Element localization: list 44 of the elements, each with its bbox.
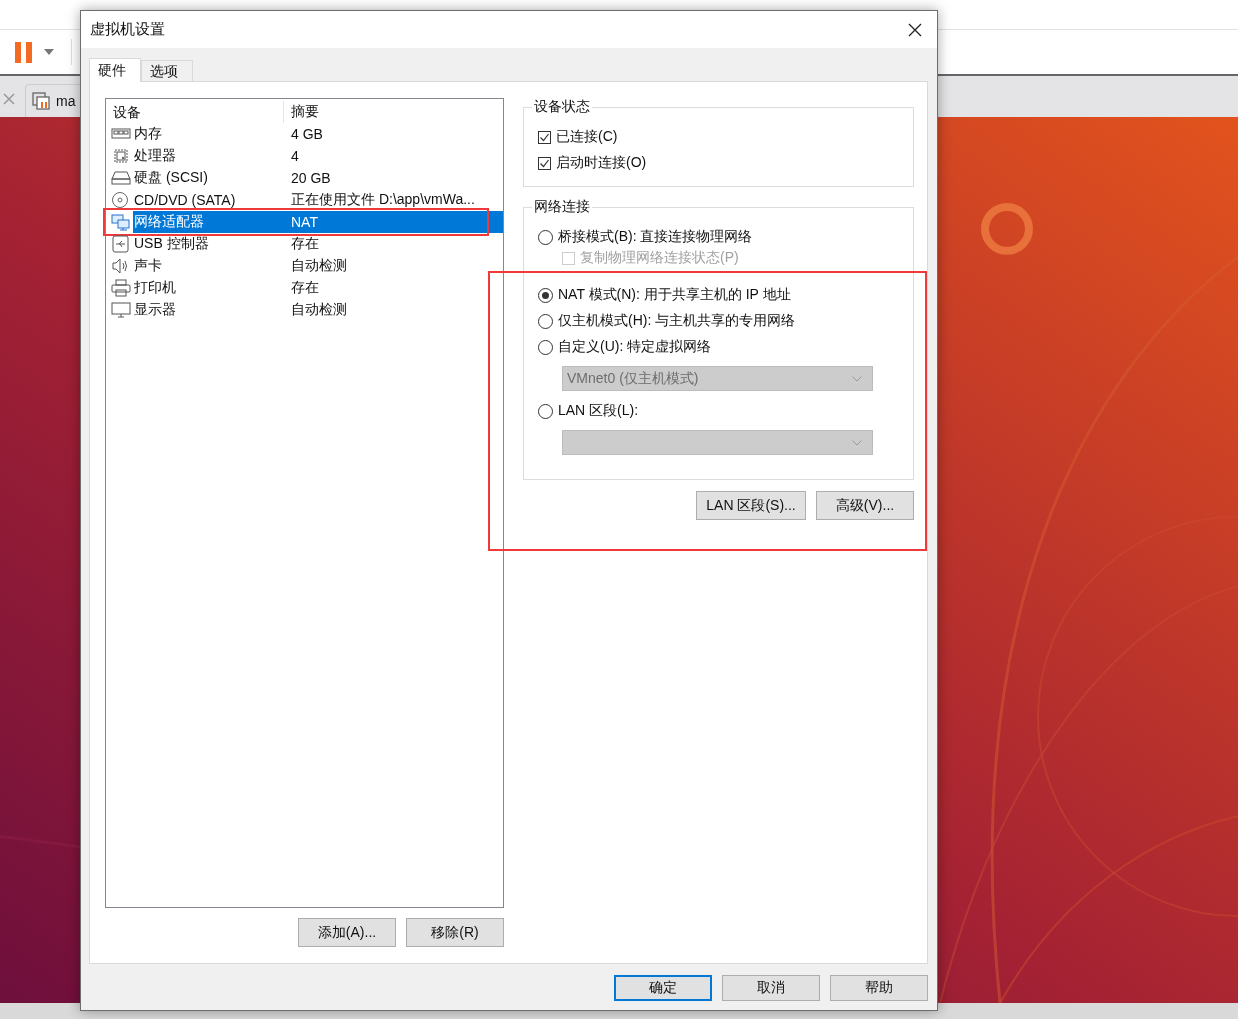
usb-icon	[111, 235, 131, 253]
network-icon	[111, 213, 131, 231]
pause-icon[interactable]	[15, 41, 33, 63]
printer-icon	[111, 279, 131, 297]
group-title: 网络连接	[533, 198, 591, 216]
disk-icon	[111, 169, 131, 187]
radio-option[interactable]: NAT 模式(N): 用于共享主机的 IP 地址	[538, 282, 913, 308]
display-icon	[111, 301, 131, 319]
network-button[interactable]: LAN 区段(S)...	[696, 491, 806, 520]
vm-icon	[32, 92, 50, 110]
device-row[interactable]: 打印机 存在	[133, 277, 503, 299]
tab[interactable]: 硬件	[89, 58, 141, 82]
device-row[interactable]: 显示器 自动检测	[133, 299, 503, 321]
close-icon[interactable]	[908, 22, 922, 37]
dialog-button[interactable]: 确定	[614, 975, 712, 1001]
window-title: 虚拟机设置	[90, 20, 165, 39]
device-row[interactable]: CD/DVD (SATA) 正在使用文件 D:\app\vmWa...	[133, 189, 503, 211]
cdrom-icon	[111, 191, 131, 209]
chevron-icon	[852, 439, 862, 446]
tab[interactable]: 选项	[141, 60, 193, 81]
check-icon	[539, 131, 550, 143]
radio-option[interactable]: LAN 区段(L):	[538, 398, 913, 424]
group-title: 设备状态	[533, 98, 591, 116]
selected-row[interactable]: 网络适配器 NAT	[133, 211, 503, 233]
dialog-button[interactable]: 取消	[722, 975, 820, 1001]
dialog-button[interactable]: 帮助	[830, 975, 928, 1001]
check-icon	[539, 157, 550, 169]
list-button[interactable]: 添加(A)...	[298, 918, 396, 947]
checkbox-option[interactable]: 启动时连接(O)	[538, 150, 913, 176]
cpu-icon	[111, 147, 131, 165]
radio-option[interactable]: 仅主机模式(H): 与主机共享的专用网络	[538, 308, 913, 334]
device-row[interactable]: 处理器 4	[133, 145, 503, 167]
device-row[interactable]: USB 控制器 存在	[133, 233, 503, 255]
device-row[interactable]: 内存 4 GB	[133, 123, 503, 145]
network-button[interactable]: 高级(V)...	[816, 491, 914, 520]
caret-icon[interactable]	[44, 49, 54, 55]
chevron-icon	[852, 375, 862, 382]
column-header: 设备	[106, 101, 284, 123]
checkbox-option[interactable]: 已连接(C)	[538, 124, 913, 150]
device-row[interactable]: 硬盘 (SCSI) 20 GB	[133, 167, 503, 189]
column-header: 摘要	[290, 103, 319, 121]
device-row[interactable]: 声卡 自动检测	[133, 255, 503, 277]
list-button[interactable]: 移除(R)	[406, 918, 504, 947]
radio-option[interactable]: 自定义(U): 特定虚拟网络	[538, 334, 913, 360]
